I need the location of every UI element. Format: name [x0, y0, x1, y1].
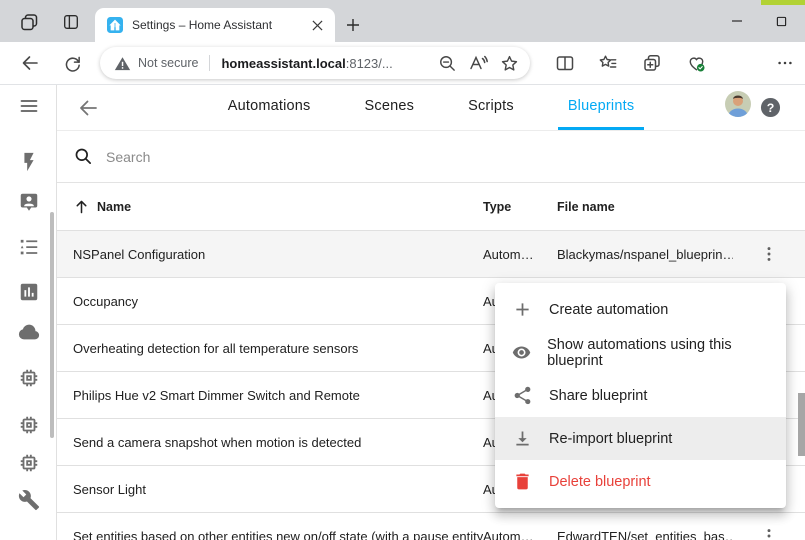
- refresh-icon[interactable]: [56, 47, 88, 79]
- chip-icon[interactable]: [17, 413, 41, 437]
- search-input[interactable]: [106, 149, 506, 165]
- table-row[interactable]: NSPanel Configuration Autom… Blackymas/n…: [57, 231, 805, 278]
- tab-scripts[interactable]: Scripts: [458, 85, 524, 130]
- row-menu-button[interactable]: [757, 242, 781, 266]
- favorites-icon[interactable]: [592, 47, 624, 79]
- ha-sidebar: [0, 85, 57, 540]
- eye-icon: [512, 342, 531, 363]
- blueprint-context-menu: Create automation Show automations using…: [495, 283, 786, 508]
- menu-item-reimport-blueprint[interactable]: Re-import blueprint: [495, 417, 786, 460]
- menu-item-create-automation[interactable]: Create automation: [495, 288, 786, 331]
- table-row[interactable]: Set entities based on other entities new…: [57, 513, 805, 540]
- chart-box-icon[interactable]: [17, 280, 41, 304]
- chip-icon[interactable]: [17, 366, 41, 390]
- sidebar-menu-icon[interactable]: [17, 94, 41, 118]
- split-screen-icon[interactable]: [549, 47, 581, 79]
- tab-actions-icon[interactable]: [56, 8, 86, 36]
- browser-window: Settings – Home Assistant: [0, 0, 805, 540]
- browser-essentials-icon[interactable]: [680, 47, 712, 79]
- help-icon[interactable]: ?: [760, 97, 781, 118]
- home-assistant-favicon: [107, 17, 123, 33]
- search-row: [57, 131, 805, 183]
- menu-item-share-blueprint[interactable]: Share blueprint: [495, 374, 786, 417]
- tab-close-icon[interactable]: [308, 16, 326, 34]
- column-header-file[interactable]: File name: [557, 200, 733, 214]
- divider: [209, 55, 210, 71]
- collections-icon[interactable]: [636, 47, 668, 79]
- chip-icon[interactable]: [17, 451, 41, 475]
- tab-strip: Settings – Home Assistant: [0, 0, 805, 42]
- ha-tab-bar: Automations Scenes Scripts Blueprints: [218, 85, 645, 130]
- warning-icon: [114, 55, 131, 72]
- security-label: Not secure: [138, 56, 198, 70]
- browser-tab[interactable]: Settings – Home Assistant: [95, 8, 335, 42]
- column-header-type[interactable]: Type: [483, 200, 557, 214]
- new-tab-button[interactable]: [341, 13, 365, 37]
- background-window-strip: [761, 0, 805, 5]
- tab-blueprints[interactable]: Blueprints: [558, 85, 644, 130]
- todo-list-icon[interactable]: [17, 235, 41, 259]
- sort-ascending-icon: [73, 198, 90, 215]
- security-chip[interactable]: Not secure: [114, 55, 198, 72]
- back-icon[interactable]: [14, 47, 46, 79]
- menu-item-show-automations[interactable]: Show automations using this blueprint: [495, 331, 786, 374]
- tab-title: Settings – Home Assistant: [132, 18, 308, 32]
- table-header: Name Type File name: [57, 183, 805, 231]
- wrench-icon[interactable]: [17, 488, 41, 512]
- search-icon: [74, 147, 93, 166]
- maximize-button[interactable]: [765, 8, 797, 34]
- share-icon: [512, 385, 533, 406]
- trash-icon: [512, 471, 533, 492]
- tab-scenes[interactable]: Scenes: [355, 85, 425, 130]
- person-badge-icon[interactable]: [17, 190, 41, 214]
- page-scrollbar[interactable]: [798, 393, 805, 456]
- plus-icon: [512, 299, 533, 320]
- profile-avatar[interactable]: [725, 91, 751, 117]
- tab-automations[interactable]: Automations: [218, 85, 321, 130]
- sidebar-scrollbar[interactable]: [50, 212, 54, 438]
- download-icon: [512, 428, 533, 449]
- svg-text:?: ?: [767, 101, 775, 115]
- favorite-star-icon[interactable]: [498, 52, 520, 74]
- url-text: homeassistant.local:8123/...: [221, 56, 392, 71]
- browser-toolbar: Not secure homeassistant.local:8123/...: [0, 42, 805, 85]
- read-aloud-icon[interactable]: [467, 52, 489, 74]
- ha-header: Automations Scenes Scripts Blueprints ?: [57, 85, 805, 131]
- minimize-button[interactable]: [721, 8, 753, 34]
- row-menu-button[interactable]: [757, 524, 781, 540]
- ha-back-icon[interactable]: [76, 96, 100, 120]
- column-header-name[interactable]: Name: [57, 198, 483, 215]
- address-bar[interactable]: Not secure homeassistant.local:8123/...: [100, 47, 530, 79]
- workspaces-icon[interactable]: [14, 8, 44, 36]
- url-host: homeassistant.local: [221, 56, 345, 71]
- cloud-icon[interactable]: [17, 320, 41, 344]
- menu-item-delete-blueprint[interactable]: Delete blueprint: [495, 460, 786, 503]
- more-menu-icon[interactable]: [769, 47, 801, 79]
- url-path: :8123/...: [346, 56, 393, 71]
- flash-icon[interactable]: [17, 150, 41, 174]
- zoom-out-icon[interactable]: [436, 52, 458, 74]
